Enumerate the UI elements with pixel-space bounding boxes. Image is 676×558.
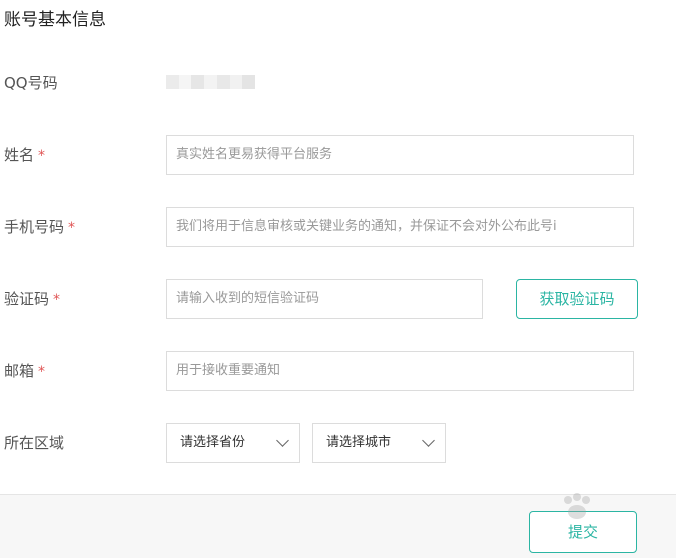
required-mark: * — [68, 220, 76, 236]
name-input[interactable]: 真实姓名更易获得平台服务 — [166, 135, 634, 175]
phone-label-text: 手机号码 — [4, 218, 65, 236]
region-label-text: 所在区域 — [4, 434, 65, 452]
qq-label-text: QQ号码 — [4, 74, 58, 92]
name-label: 姓名 * — [4, 145, 45, 166]
phone-label: 手机号码 * — [4, 217, 75, 238]
city-select[interactable]: 请选择城市 — [312, 423, 446, 463]
chevron-down-icon — [276, 434, 289, 447]
submit-button[interactable]: 提交 — [529, 511, 637, 553]
email-input[interactable]: 用于接收重要通知 — [166, 351, 634, 391]
province-select[interactable]: 请选择省份 — [166, 423, 300, 463]
qq-number-masked — [166, 75, 256, 89]
phone-input[interactable]: 我们将用于信息审核或关键业务的通知，并保证不会对外公布此号i — [166, 207, 634, 247]
required-mark: * — [38, 364, 46, 380]
get-verification-code-button[interactable]: 获取验证码 — [516, 279, 638, 319]
verification-code-input[interactable]: 请输入收到的短信验证码 — [166, 279, 483, 319]
required-mark: * — [53, 292, 61, 308]
page-title: 账号基本信息 — [4, 10, 106, 30]
province-select-value: 请选择省份 — [180, 435, 246, 450]
city-select-value: 请选择城市 — [326, 435, 392, 450]
email-label: 邮箱 * — [4, 361, 45, 382]
chevron-down-icon — [422, 434, 435, 447]
required-mark: * — [38, 148, 46, 164]
code-label-text: 验证码 — [4, 290, 50, 308]
name-label-text: 姓名 — [4, 146, 35, 164]
email-label-text: 邮箱 — [4, 362, 35, 380]
code-label: 验证码 * — [4, 289, 60, 310]
region-label: 所在区域 — [4, 433, 64, 453]
qq-label: QQ号码 — [4, 73, 58, 93]
